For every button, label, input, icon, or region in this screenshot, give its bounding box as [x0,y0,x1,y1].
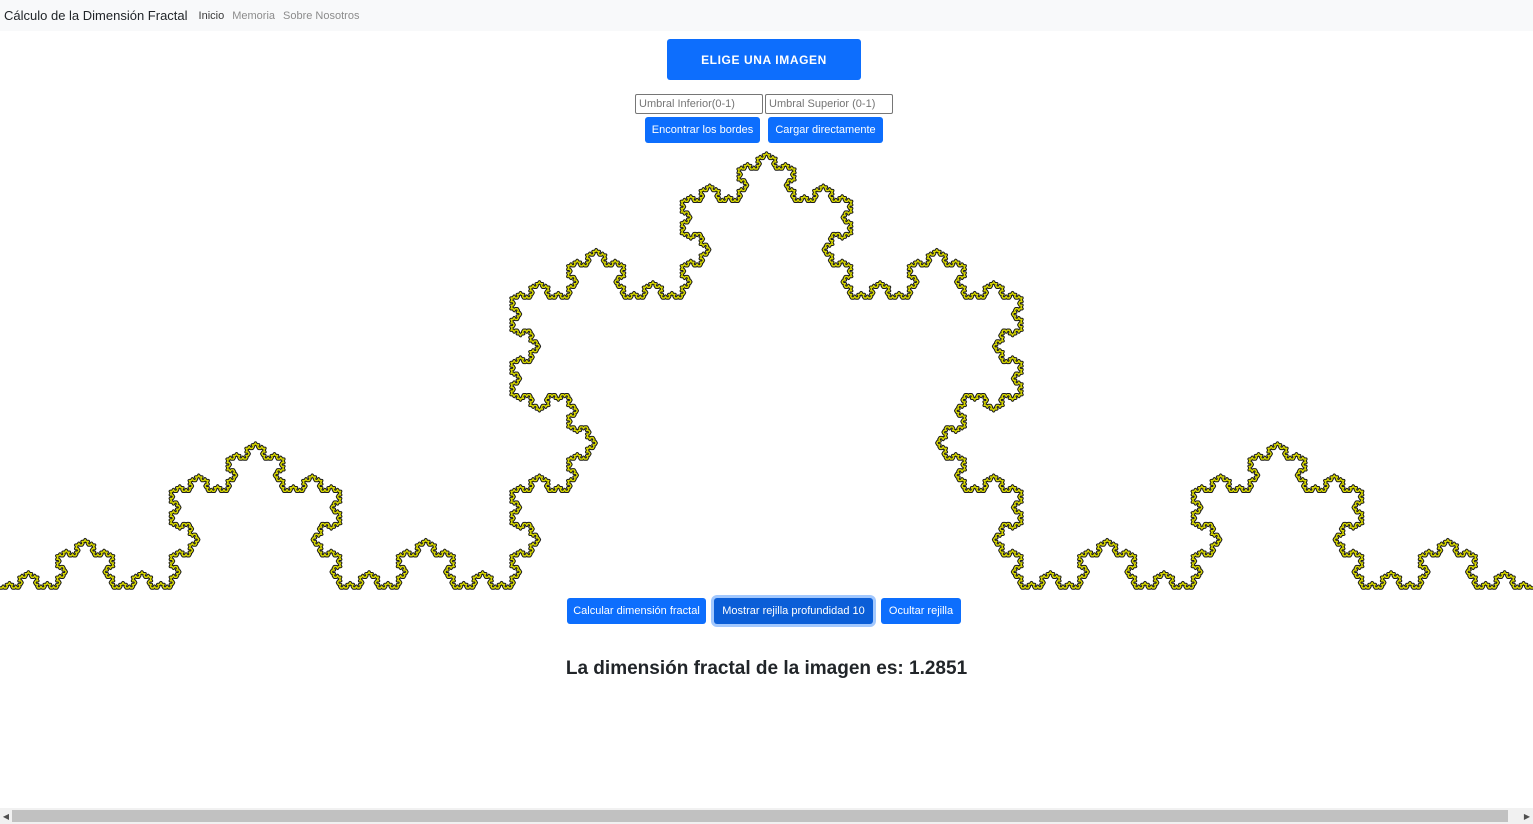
horizontal-scrollbar[interactable]: ◀ ▶ [0,808,1533,824]
scroll-left-icon[interactable]: ◀ [0,808,12,824]
koch-curve-line [0,152,1533,589]
scroll-right-icon[interactable]: ▶ [1521,808,1533,824]
scrollbar-thumb[interactable] [12,810,1508,822]
find-edges-button[interactable]: Encontrar los bordes [645,117,760,143]
navbar-brand[interactable]: Cálculo de la Dimensión Fractal [4,8,188,23]
nav-link-inicio[interactable]: Inicio [199,10,225,22]
fractal-image [0,151,1533,590]
navbar: Cálculo de la Dimensión Fractal Inicio M… [0,0,1533,31]
nav-link-memoria[interactable]: Memoria [232,10,275,22]
choose-image-button[interactable]: ELIGE UNA IMAGEN [667,39,861,80]
calculate-dimension-button[interactable]: Calcular dimensión fractal [567,598,706,624]
fractal-dimension-result: La dimensión fractal de la imagen es: 1.… [565,658,968,679]
fractal-image-area [0,148,1533,593]
load-directly-button[interactable]: Cargar directamente [768,117,883,143]
koch-curve-outline [0,151,1533,590]
hide-grid-button[interactable]: Ocultar rejilla [881,598,961,624]
lower-threshold-input[interactable] [635,94,763,114]
upper-threshold-input[interactable] [765,94,893,114]
show-grid-button[interactable]: Mostrar rejilla profundidad 10 [714,598,873,624]
nav-link-sobre-nosotros[interactable]: Sobre Nosotros [283,10,359,22]
